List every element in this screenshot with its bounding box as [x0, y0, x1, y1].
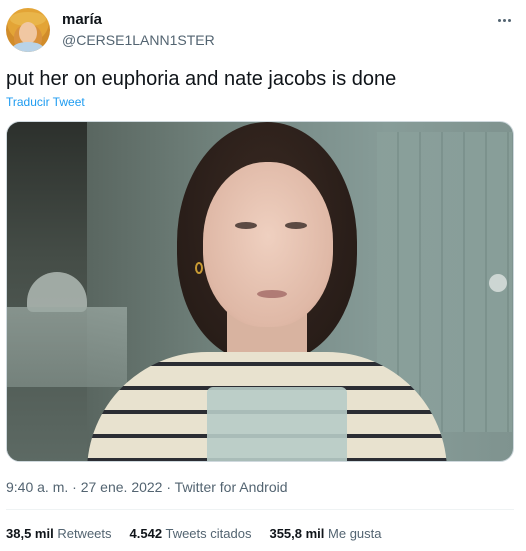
tweet-card: maría @CERSE1LANN1STER put her on euphor… [0, 0, 526, 551]
tweet-header: maría @CERSE1LANN1STER [6, 8, 520, 54]
media-subject-face [203, 162, 333, 327]
quote-tweets-label: Tweets citados [165, 526, 252, 541]
media-bg-shelf [7, 307, 127, 387]
likes-stat[interactable]: 355,8 mil Me gusta [269, 526, 381, 542]
quote-tweets-stat[interactable]: 4.542 Tweets citados [130, 526, 252, 542]
tweet-time[interactable]: 9:40 a. m. [6, 479, 68, 495]
retweets-stat[interactable]: 38,5 mil Retweets [6, 526, 112, 542]
author-names[interactable]: maría @CERSE1LANN1STER [62, 11, 215, 49]
more-horizontal-icon[interactable] [494, 10, 514, 30]
retweets-label: Retweets [57, 526, 112, 541]
media-subject-eye-left [235, 222, 257, 229]
tweet-date[interactable]: 27 ene. 2022 [81, 479, 163, 495]
likes-label: Me gusta [328, 526, 382, 541]
user-handle[interactable]: @CERSE1LANN1STER [62, 31, 215, 49]
avatar[interactable] [6, 8, 50, 52]
quote-tweets-count: 4.542 [129, 526, 163, 541]
divider [6, 509, 514, 510]
more-dot [497, 18, 501, 22]
display-name[interactable]: maría [62, 11, 215, 29]
retweets-count: 38,5 mil [6, 526, 54, 541]
avatar-shoulders [12, 42, 44, 52]
more-dot [502, 18, 506, 22]
meta-separator: · [72, 479, 77, 495]
avatar-face [19, 22, 37, 44]
tweet-stats: 38,5 mil Retweets 4.542 Tweets citados 3… [6, 526, 400, 542]
media-subject-eye-right [285, 222, 307, 229]
likes-count: 355,8 mil [269, 526, 325, 541]
tweet-meta: 9:40 a. m. · 27 ene. 2022 · Twitter for … [6, 479, 288, 495]
tweet-text: put her on euphoria and nate jacobs is d… [6, 68, 397, 90]
media-subject-earring [195, 262, 203, 274]
tweet-source[interactable]: Twitter for Android [175, 479, 288, 495]
tweet-media-image[interactable] [6, 121, 514, 462]
media-bg-knob [489, 274, 507, 292]
more-dot [507, 18, 511, 22]
translate-tweet-link[interactable]: Traducir Tweet [6, 95, 85, 109]
media-subject-lips [257, 290, 287, 298]
meta-separator: · [166, 479, 172, 495]
media-subject-apron [207, 387, 347, 461]
